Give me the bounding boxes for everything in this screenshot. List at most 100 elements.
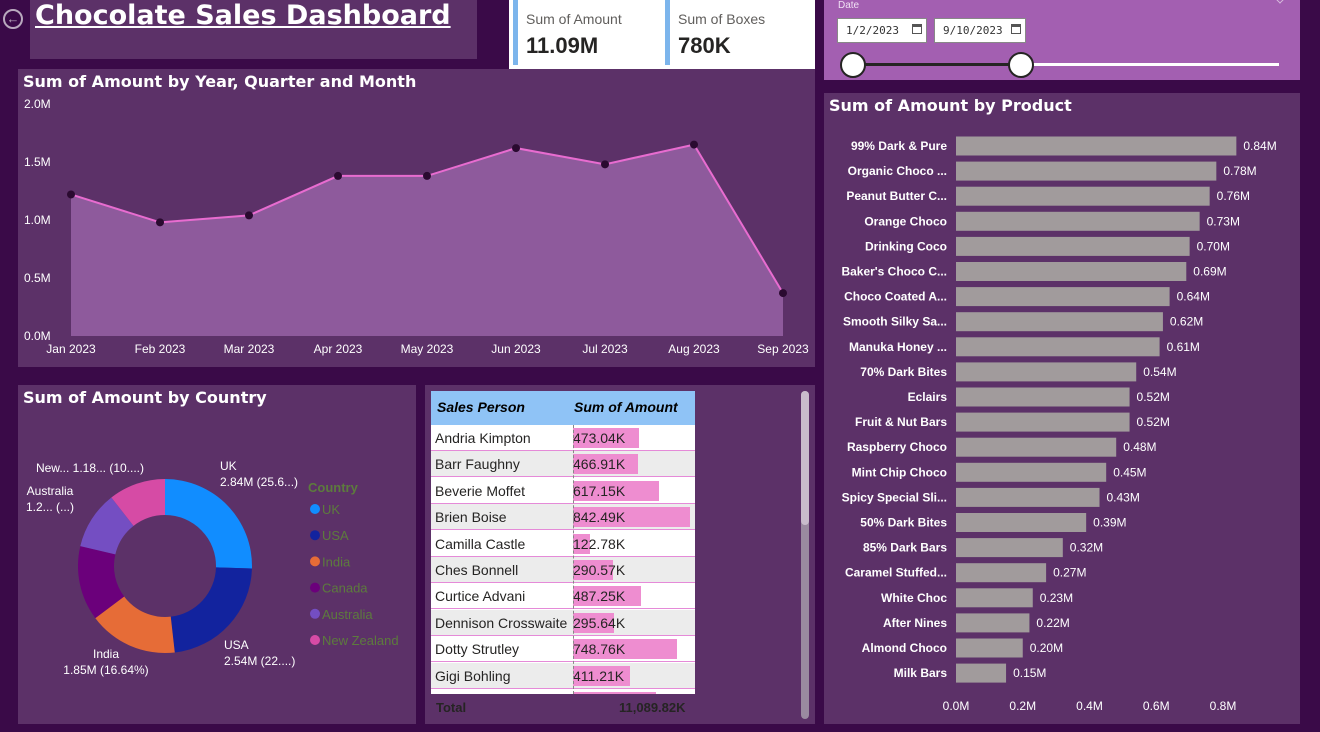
data-label: 0.22M <box>1036 616 1069 630</box>
bar <box>956 437 1117 457</box>
category-label: Drinking Coco <box>865 239 947 253</box>
table-row[interactable]: Ches Bonnell 290.57K <box>431 557 695 583</box>
category-label: Caramel Stuffed... <box>845 566 947 580</box>
category-label: White Choc <box>881 591 947 605</box>
amount-value: 411.21K <box>573 667 625 684</box>
date-slicer-label: Date <box>838 0 860 11</box>
back-arrow-icon[interactable]: ← <box>3 9 23 29</box>
bar <box>956 236 1190 256</box>
bar <box>956 513 1087 532</box>
bar <box>956 412 1130 432</box>
data-label: 0.48M <box>1123 440 1156 454</box>
data-point <box>334 171 342 180</box>
slice-label: 2.84M (25.6...) <box>220 475 298 489</box>
category-label: Raspberry Choco <box>847 440 947 454</box>
slice-label: 1.85M (16.64%) <box>63 663 148 677</box>
bar <box>956 387 1130 407</box>
data-label: 0.73M <box>1207 214 1240 228</box>
category-label: 70% Dark Bites <box>860 365 947 379</box>
category-label: After Nines <box>883 616 947 630</box>
data-label: 0.23M <box>1040 591 1073 605</box>
x-tick-label: Jun 2023 <box>491 342 541 356</box>
data-point <box>601 160 609 169</box>
calendar-icon[interactable] <box>912 24 922 34</box>
date-slider-start-handle[interactable] <box>840 52 866 78</box>
data-point <box>156 218 164 227</box>
end-date-value: 9/10/2023 <box>943 24 1003 37</box>
bar <box>956 613 1030 633</box>
bar <box>956 538 1063 558</box>
category-label: Choco Coated A... <box>844 290 947 304</box>
sales-person-name: Barr Faughny <box>435 456 520 473</box>
slice-label: India <box>93 647 119 661</box>
legend-marker <box>310 635 320 645</box>
data-point <box>512 144 520 153</box>
category-label: 85% Dark Bars <box>863 541 947 555</box>
column-header-sales-person[interactable]: Sales Person <box>437 399 525 415</box>
amount-by-month-chart: Sum of Amount by Year, Quarter and Month… <box>18 69 815 367</box>
legend-label: India <box>322 554 351 569</box>
table-row[interactable]: Andria Kimpton 473.04K <box>431 425 695 451</box>
start-date-input[interactable]: 1/2/2023 <box>837 18 927 43</box>
column-header-sum-of-amount[interactable]: Sum of Amount <box>574 399 678 415</box>
slice-label: 2.54M (22....) <box>224 654 295 668</box>
x-tick-label: Jul 2023 <box>582 342 628 356</box>
x-tick-label: 0.8M <box>1210 699 1237 713</box>
x-tick-label: Apr 2023 <box>314 342 363 356</box>
data-label: 0.15M <box>1013 666 1046 680</box>
amount-value: 842.49K <box>573 509 626 526</box>
slice-label: New... 1.18... (10....) <box>36 461 144 475</box>
data-label: 0.20M <box>1030 641 1063 655</box>
amount-value: 290.57K <box>573 562 626 578</box>
sales-person-name: Curtice Advani <box>435 588 526 605</box>
x-tick-label: Feb 2023 <box>135 342 186 356</box>
data-label: 0.84M <box>1243 139 1276 153</box>
amount-by-country-chart: Sum of Amount by Country UK 2.84M (25.6..… <box>18 385 416 724</box>
x-tick-label: 0.0M <box>943 699 970 713</box>
table-scroll-thumb[interactable] <box>801 391 809 525</box>
category-label: Eclairs <box>908 390 948 404</box>
table-row[interactable]: Camilla Castle 122.78K <box>431 530 695 557</box>
bar <box>956 161 1217 181</box>
y-tick-label: 0.0M <box>24 329 51 343</box>
calendar-icon[interactable] <box>1011 24 1021 34</box>
kpi-cards: Sum of Amount 11.09M Sum of Boxes 780K <box>509 0 815 69</box>
donut-chart-svg: UK 2.84M (25.6...) USA 2.54M (22....) India 1… <box>26 459 399 677</box>
amount-value: 617.15K <box>573 482 626 499</box>
table-row[interactable]: Gigi Bohling 411.21K <box>431 662 695 689</box>
bar <box>956 462 1107 482</box>
table-row[interactable]: Brien Boise 842.49K <box>431 504 695 531</box>
sales-person-table: Sales Person Sum of Amount Andria Kimpto… <box>425 385 815 724</box>
category-label: Fruit & Nut Bars <box>855 415 947 429</box>
legend-title: Country <box>308 480 359 495</box>
data-point <box>67 190 75 199</box>
date-slider-end-handle[interactable] <box>1008 52 1034 78</box>
data-label: 0.64M <box>1177 290 1210 304</box>
kpi-label: Sum of Amount <box>526 11 622 27</box>
category-label: Baker's Choco C... <box>841 265 947 279</box>
amount-by-product-chart: Sum of Amount by Product 99% Dark & Pure… <box>824 93 1300 724</box>
table-row[interactable]: Curtice Advani 487.25K <box>431 583 695 610</box>
sales-person-name: Beverie Moffet <box>435 482 526 499</box>
table-row[interactable]: Barr Faughny 466.91K <box>431 451 695 478</box>
table-row[interactable]: Gunar Cockshoot600.04K <box>431 689 695 694</box>
table-row[interactable]: Dennison Crosswaite 295.64K <box>431 609 695 636</box>
bar <box>956 663 1007 683</box>
table-total-label: Total <box>436 700 467 715</box>
bar <box>956 362 1137 382</box>
bar <box>956 487 1100 507</box>
data-label: 0.62M <box>1170 315 1203 329</box>
end-date-input[interactable]: 9/10/2023 <box>934 18 1026 43</box>
amount-value: 748.76K <box>573 641 626 658</box>
sales-person-name: Camilla Castle <box>435 535 526 552</box>
bar <box>956 262 1187 281</box>
bar <box>956 638 1023 658</box>
legend-marker <box>310 608 320 619</box>
legend-label: UK <box>322 502 340 517</box>
table-row[interactable]: Beverie Moffet 617.15K <box>431 477 695 504</box>
table-row[interactable]: Dotty Strutley 748.76K <box>431 636 695 663</box>
category-label: Organic Choco ... <box>848 164 947 178</box>
data-label: 0.52M <box>1137 390 1170 404</box>
data-label: 0.61M <box>1167 340 1200 354</box>
line-chart-svg: 0.0M 0.5M 1.0M 1.5M 2.0M Jan 2023 Feb 2023 Mar … <box>24 97 809 356</box>
